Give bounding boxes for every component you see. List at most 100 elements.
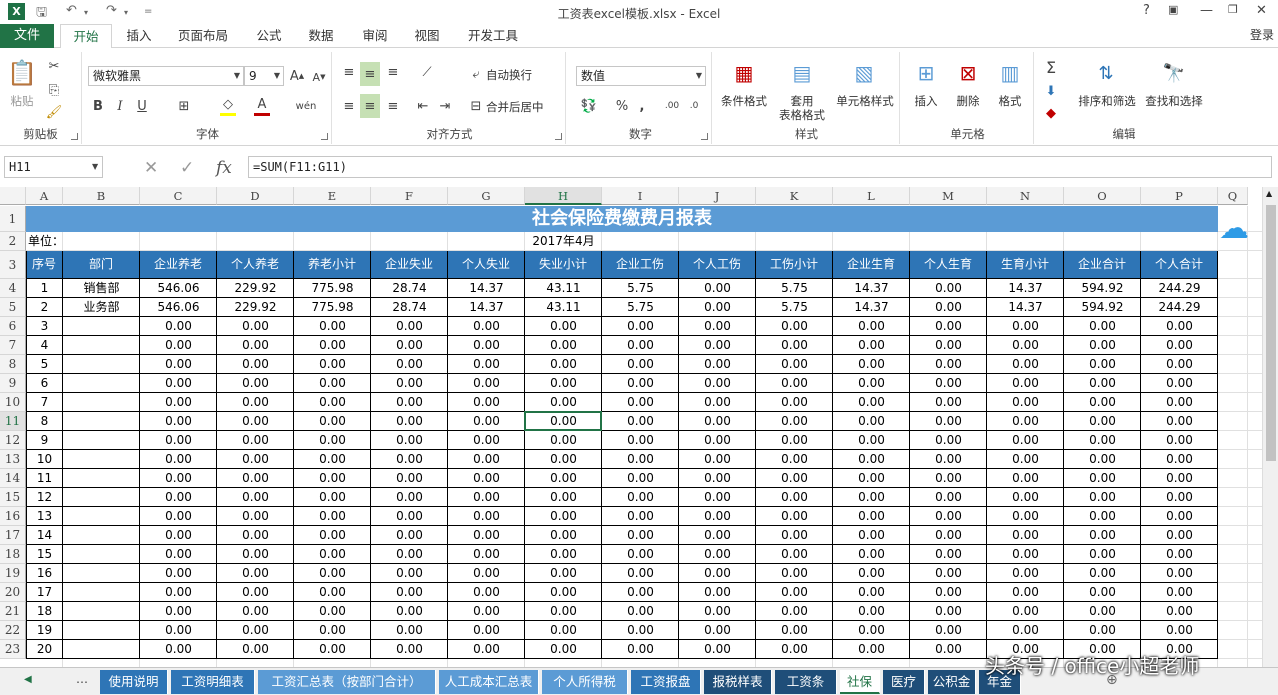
table-cell[interactable]: 0.00 <box>602 355 679 374</box>
table-cell[interactable]: 0.00 <box>217 317 294 336</box>
table-cell[interactable] <box>63 374 140 393</box>
table-cell[interactable]: 0.00 <box>987 507 1064 526</box>
format-cells-icon[interactable]: ▥ <box>996 58 1024 88</box>
table-cell[interactable]: 0.00 <box>525 374 602 393</box>
tab-data[interactable]: 数据 <box>298 24 344 48</box>
minimize-icon[interactable]: — <box>1200 3 1213 18</box>
table-cell[interactable]: 0.00 <box>448 469 525 488</box>
table-cell[interactable]: 0.00 <box>910 298 987 317</box>
table-cell[interactable]: 0.00 <box>448 507 525 526</box>
table-cell[interactable]: 0.00 <box>1141 602 1218 621</box>
format-as-table-line1[interactable]: 套用 <box>774 94 830 108</box>
table-cell[interactable]: 0.00 <box>756 545 833 564</box>
table-cell[interactable]: 0.00 <box>140 450 217 469</box>
select-all-corner[interactable] <box>0 187 26 205</box>
table-cell[interactable]: 0.00 <box>1064 564 1141 583</box>
row-header-11[interactable]: 11 <box>0 412 26 431</box>
table-cell[interactable]: 11 <box>26 469 63 488</box>
table-cell[interactable]: 0.00 <box>448 355 525 374</box>
table-cell[interactable]: 0.00 <box>679 507 756 526</box>
table-cell[interactable]: 0.00 <box>679 412 756 431</box>
table-cell[interactable]: 0.00 <box>602 545 679 564</box>
table-cell[interactable] <box>63 602 140 621</box>
table-cell[interactable]: 0.00 <box>217 621 294 640</box>
table-cell[interactable]: 0.00 <box>756 640 833 659</box>
table-cell[interactable]: 9 <box>26 431 63 450</box>
align-bottom-icon[interactable]: ≡ <box>384 62 402 82</box>
table-cell[interactable]: 0.00 <box>1141 526 1218 545</box>
cell-styles-button[interactable]: 单元格样式 <box>832 94 898 108</box>
column-header-L[interactable]: L <box>833 187 910 205</box>
table-cell[interactable]: 0.00 <box>448 526 525 545</box>
table-cell[interactable]: 0.00 <box>987 374 1064 393</box>
row-header-22[interactable]: 22 <box>0 621 26 640</box>
table-cell[interactable]: 0.00 <box>987 317 1064 336</box>
table-cell[interactable]: 0.00 <box>1141 488 1218 507</box>
row-header-19[interactable]: 19 <box>0 564 26 583</box>
table-cell[interactable]: 0.00 <box>602 431 679 450</box>
table-cell[interactable]: 0.00 <box>987 621 1064 640</box>
table-cell[interactable]: 0.00 <box>910 412 987 431</box>
table-cell[interactable] <box>63 336 140 355</box>
table-cell[interactable]: 0.00 <box>833 545 910 564</box>
conditional-formatting-icon[interactable]: ▦ <box>730 58 758 88</box>
table-cell[interactable]: 14.37 <box>833 298 910 317</box>
table-cell[interactable]: 0.00 <box>679 374 756 393</box>
table-cell[interactable]: 5.75 <box>756 279 833 298</box>
table-cell[interactable]: 0.00 <box>833 526 910 545</box>
insert-function-button[interactable]: fx <box>216 158 232 178</box>
table-cell[interactable]: 0.00 <box>217 526 294 545</box>
table-cell[interactable]: 0.00 <box>602 488 679 507</box>
table-cell[interactable]: 0.00 <box>371 545 448 564</box>
table-cell[interactable]: 0.00 <box>371 469 448 488</box>
table-cell[interactable]: 0.00 <box>525 621 602 640</box>
wrap-text-button[interactable]: 自动换行 <box>486 68 532 82</box>
table-cell[interactable]: 0.00 <box>525 469 602 488</box>
table-cell[interactable]: 15 <box>26 545 63 564</box>
paste-icon[interactable]: 📋 <box>7 58 37 88</box>
table-cell[interactable]: 0.00 <box>448 564 525 583</box>
table-cell[interactable] <box>63 393 140 412</box>
column-header-Q[interactable]: Q <box>1218 187 1248 205</box>
table-cell[interactable]: 0.00 <box>987 431 1064 450</box>
underline-button[interactable]: U <box>134 96 150 116</box>
table-cell[interactable] <box>63 564 140 583</box>
tab-developer[interactable]: 开发工具 <box>458 24 528 48</box>
row-header-20[interactable]: 20 <box>0 583 26 602</box>
clear-icon[interactable]: ◆ <box>1042 104 1060 122</box>
table-cell[interactable]: 0.00 <box>910 507 987 526</box>
table-cell[interactable]: 18 <box>26 602 63 621</box>
table-cell[interactable]: 43.11 <box>525 279 602 298</box>
autosum-icon[interactable]: Σ <box>1042 58 1060 77</box>
cell-styles-icon[interactable]: ▧ <box>850 58 878 88</box>
column-header-F[interactable]: F <box>371 187 448 205</box>
table-cell[interactable]: 0.00 <box>140 317 217 336</box>
table-cell[interactable]: 0.00 <box>294 412 371 431</box>
table-cell[interactable]: 0.00 <box>602 621 679 640</box>
table-cell[interactable]: 0.00 <box>294 583 371 602</box>
table-cell[interactable]: 0.00 <box>140 412 217 431</box>
tab-home[interactable]: 开始 <box>60 24 112 49</box>
table-cell[interactable]: 0.00 <box>756 526 833 545</box>
table-cell[interactable]: 0.00 <box>987 583 1064 602</box>
table-cell[interactable]: 0.00 <box>602 469 679 488</box>
row-header-12[interactable]: 12 <box>0 431 26 450</box>
table-cell[interactable]: 0.00 <box>217 488 294 507</box>
column-header-J[interactable]: J <box>679 187 756 205</box>
table-cell[interactable]: 0.00 <box>217 507 294 526</box>
table-cell[interactable]: 0.00 <box>217 640 294 659</box>
table-cell[interactable]: 业务部 <box>63 298 140 317</box>
table-cell[interactable] <box>63 317 140 336</box>
table-cell[interactable]: 0.00 <box>217 393 294 412</box>
table-cell[interactable]: 12 <box>26 488 63 507</box>
help-icon[interactable]: ? <box>1143 3 1150 18</box>
table-cell[interactable]: 0.00 <box>602 317 679 336</box>
tab-insert[interactable]: 插入 <box>116 24 162 48</box>
table-cell[interactable]: 229.92 <box>217 279 294 298</box>
row-header-17[interactable]: 17 <box>0 526 26 545</box>
table-cell[interactable]: 28.74 <box>371 279 448 298</box>
ribbon-display-icon[interactable]: ▣ <box>1168 3 1178 16</box>
tab-page-layout[interactable]: 页面布局 <box>170 24 236 48</box>
table-cell[interactable]: 0.00 <box>987 564 1064 583</box>
table-cell[interactable]: 0.00 <box>987 336 1064 355</box>
